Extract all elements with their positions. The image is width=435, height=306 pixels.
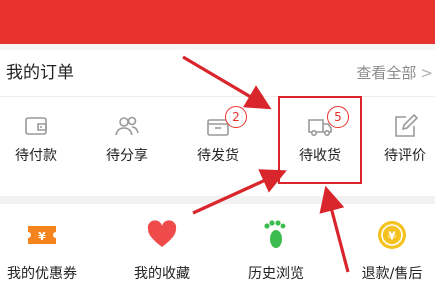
chevron-right-icon: > [420,64,433,82]
top-header-bar [0,0,435,44]
screen: 我的订单 查看全部 > 待付款 待分享 2 待发货 5 待收货 待评价 ¥ 我的… [0,0,435,306]
service-label: 我的优惠券 [7,266,77,282]
svg-text:¥: ¥ [388,230,396,243]
refund-coin-icon: ¥ [378,221,406,249]
svg-text:¥: ¥ [38,230,46,243]
coupon-icon: ¥ [28,226,56,244]
order-status-label: 待分享 [106,148,148,164]
my-orders-card: 我的订单 查看全部 > 待付款 待分享 2 待发货 5 待收货 待评价 [0,50,435,196]
highlight-box [278,96,362,184]
my-services-card: ¥ 我的优惠券 我的收藏 历史浏览 ¥ 退款/售后 [0,204,435,306]
order-status-label: 待评价 [384,148,426,164]
heart-icon [147,220,177,247]
service-label: 历史浏览 [248,266,304,282]
my-orders-title: 我的订单 [6,63,74,83]
order-status-pending-review[interactable]: 待评价 [362,112,435,176]
my-coupons-entry[interactable]: ¥ 我的优惠券 [0,218,97,290]
browsing-history-entry[interactable]: 历史浏览 [221,218,331,290]
refund-after-sales-entry[interactable]: ¥ 退款/售后 [337,218,435,290]
my-orders-header: 我的订单 查看全部 > [0,50,435,97]
my-favorites-entry[interactable]: 我的收藏 [107,218,217,290]
wallet-icon [25,117,47,135]
order-status-pending-share[interactable]: 待分享 [84,112,170,176]
order-status-pending-payment[interactable]: 待付款 [0,112,79,176]
view-all-orders-link[interactable]: 查看全部 > [356,62,433,84]
service-label: 退款/售后 [361,266,423,282]
view-all-label: 查看全部 [356,64,417,82]
footprint-icon [264,220,286,248]
order-status-label: 待发货 [197,148,239,164]
users-icon [115,116,139,136]
pending-shipment-count-badge: 2 [225,106,247,128]
order-status-label: 待付款 [15,148,57,164]
service-label: 我的收藏 [134,266,190,282]
edit-icon [395,113,419,137]
order-status-pending-shipment[interactable]: 2 待发货 [175,106,261,176]
